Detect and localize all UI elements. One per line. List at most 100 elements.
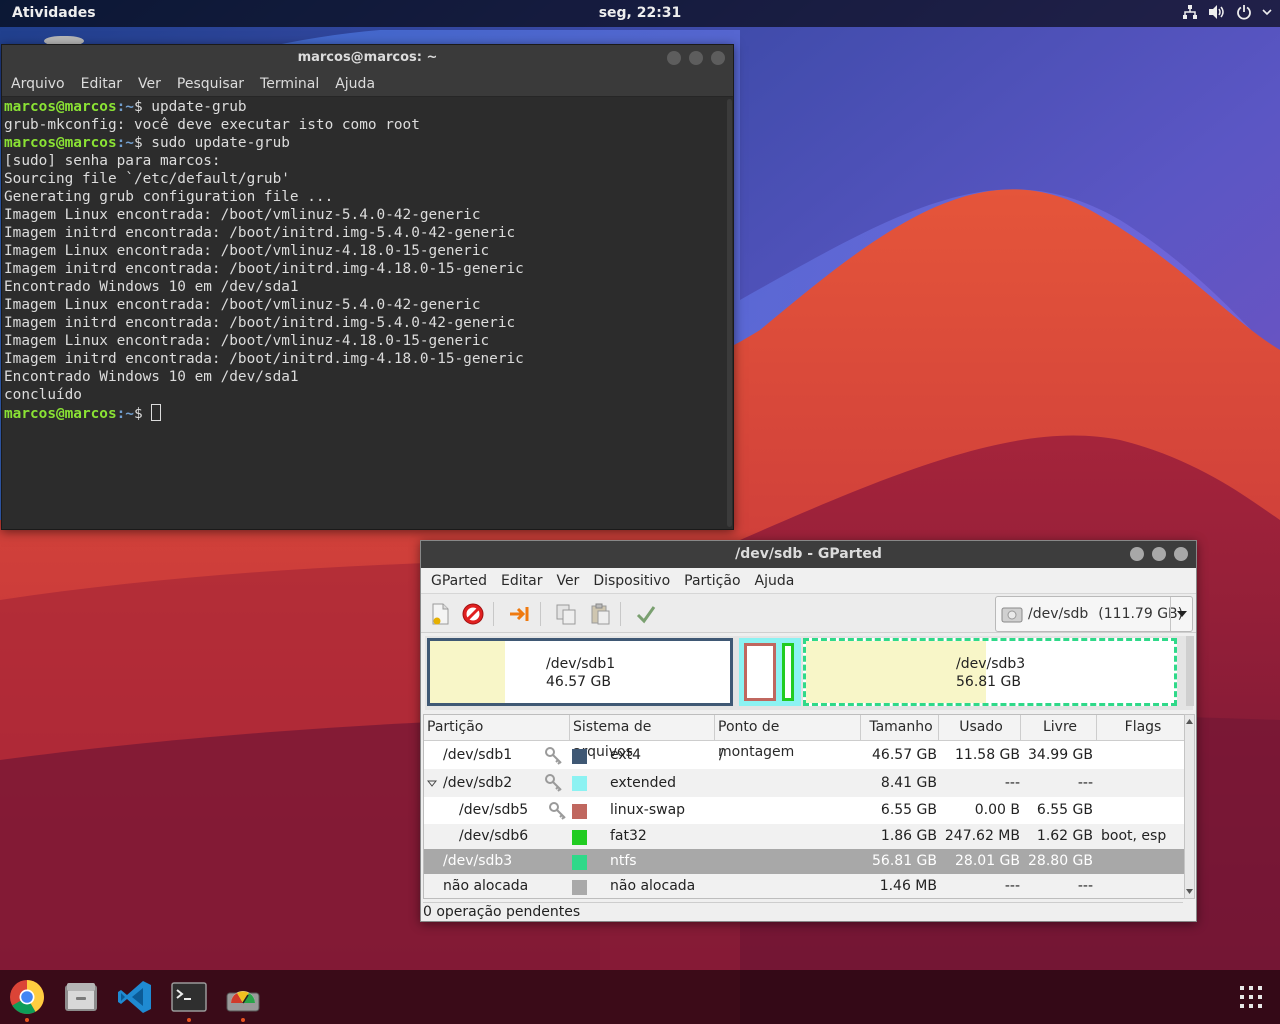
device-selector[interactable]: /dev/sdb (111.79 GB): [995, 596, 1193, 632]
delete-button[interactable]: [460, 601, 486, 627]
terminal-line: Encontrado Windows 10 em /dev/sda1: [4, 368, 726, 386]
partition-used: 247.62 MB: [944, 828, 1020, 844]
terminal-line-text: Imagem initrd encontrada: /boot/initrd.i…: [4, 315, 516, 331]
expander-icon[interactable]: [427, 778, 437, 788]
resize-move-icon: [510, 607, 529, 621]
partition-size: 46.57 GB: [872, 747, 937, 763]
table-row[interactable]: não alocada não alocada 1.46 MB --- ---: [424, 874, 1185, 898]
paste-button[interactable]: [587, 601, 613, 627]
clock-label[interactable]: seg, 22:31: [599, 5, 682, 21]
partition-free: 34.99 GB: [1028, 747, 1093, 763]
menu-gparted[interactable]: GParted: [431, 573, 487, 589]
minimize-button[interactable]: [1130, 547, 1144, 561]
terminal-scrollbar[interactable]: [727, 99, 732, 527]
minimize-button[interactable]: [667, 51, 681, 65]
terminal-line: Imagem Linux encontrada: /boot/vmlinuz-5…: [4, 206, 726, 224]
system-tray[interactable]: [1182, 4, 1272, 20]
terminal-title: marcos@marcos: ~: [297, 50, 438, 65]
column-header-particao[interactable]: Partição: [424, 715, 570, 741]
scroll-down-icon[interactable]: [1185, 886, 1194, 896]
table-row[interactable]: /dev/sdb1 ext4 / 46.57 GB 11.58 GB 34.99 GB: [424, 742, 1185, 769]
chrome-launcher[interactable]: [9, 979, 45, 1015]
apps-grid-icon[interactable]: [1240, 986, 1266, 1012]
gparted-icon: [226, 991, 260, 1012]
partition-used: 11.58 GB: [955, 747, 1020, 763]
resize-move-button[interactable]: [507, 601, 533, 627]
running-indicator: [241, 1018, 245, 1022]
maximize-button[interactable]: [1152, 547, 1166, 561]
terminal-output[interactable]: marcos@marcos:~$ update-grub grub-mkconfi…: [2, 97, 728, 529]
column-header-flags[interactable]: Flags: [1097, 715, 1185, 741]
partition-size: 6.55 GB: [880, 802, 937, 818]
menu-arquivo[interactable]: Arquivo: [11, 76, 65, 92]
partition-graphic-sdb1[interactable]: /dev/sdb1 46.57 GB: [427, 638, 733, 706]
gparted-launcher[interactable]: [225, 979, 261, 1015]
files-icon: [65, 983, 97, 1011]
network-icon[interactable]: [1182, 4, 1198, 20]
terminal-titlebar[interactable]: marcos@marcos: ~: [2, 45, 733, 72]
chevron-down-icon[interactable]: [1262, 4, 1272, 20]
menu-editar[interactable]: Editar: [81, 76, 122, 92]
new-partition-button[interactable]: [427, 601, 453, 627]
list-scrollbar[interactable]: [1184, 714, 1195, 899]
dropdown-arrow[interactable]: [1170, 597, 1192, 631]
activities-button[interactable]: Atividades: [12, 5, 96, 21]
column-header-livre[interactable]: Livre: [1021, 715, 1097, 741]
column-header-montagem[interactable]: Ponto de montagem: [715, 715, 861, 760]
used-space-fill: [430, 641, 505, 703]
terminal-window[interactable]: marcos@marcos: ~ Arquivo Editar Ver Pesq…: [1, 44, 734, 530]
terminal-line: marcos@marcos:~$: [4, 404, 726, 422]
table-row[interactable]: /dev/sdb2 extended 8.41 GB --- ---: [424, 769, 1185, 797]
table-row[interactable]: /dev/sdb3 ntfs 56.81 GB 28.01 GB 28.80 GB: [424, 849, 1185, 874]
prompt-path: :~: [116, 406, 134, 422]
copy-button[interactable]: [553, 601, 579, 627]
terminal-line: [sudo] senha para marcos:: [4, 152, 726, 170]
close-button[interactable]: [711, 51, 725, 65]
graphic-scrollbar[interactable]: [1186, 636, 1194, 706]
terminal-launcher[interactable]: [171, 979, 207, 1015]
partition-list[interactable]: Partição Sistema de arquivos Ponto de mo…: [423, 714, 1186, 899]
menu-dispositivo[interactable]: Dispositivo: [593, 573, 670, 589]
table-row[interactable]: /dev/sdb6 fat32 1.86 GB 247.62 MB 1.62 GB boo…: [424, 824, 1185, 849]
menu-particao[interactable]: Partição: [684, 573, 740, 589]
gparted-titlebar[interactable]: /dev/sdb - GParted: [421, 541, 1196, 568]
terminal-line: marcos@marcos:~$ sudo update-grub: [4, 134, 726, 152]
prompt-symbol: $: [133, 135, 152, 151]
terminal-icon: [171, 982, 207, 1012]
menu-ajuda[interactable]: Ajuda: [335, 76, 375, 92]
vscode-launcher[interactable]: [117, 979, 153, 1015]
partition-graphic-sdb5[interactable]: [744, 643, 776, 701]
partition-graphic-sdb2-extended[interactable]: [739, 638, 801, 706]
apply-button[interactable]: [633, 601, 659, 627]
terminal-line: marcos@marcos:~$ update-grub: [4, 98, 726, 116]
volume-icon[interactable]: [1208, 4, 1226, 20]
menu-pesquisar[interactable]: Pesquisar: [177, 76, 244, 92]
terminal-line-text: Encontrado Windows 10 em /dev/sda1: [4, 279, 299, 295]
vscode-icon: [118, 981, 151, 1013]
mount-point: /: [719, 747, 724, 763]
maximize-button[interactable]: [689, 51, 703, 65]
power-icon[interactable]: [1236, 4, 1252, 20]
scroll-up-icon[interactable]: [1185, 717, 1194, 727]
partition-name: /dev/sdb6: [459, 828, 529, 844]
filesystem-type: ext4: [610, 747, 642, 763]
column-header-tamanho[interactable]: Tamanho: [861, 715, 939, 741]
terminal-line-text: Imagem Linux encontrada: /boot/vmlinuz-5…: [4, 297, 481, 313]
partition-graphic-sdb3[interactable]: /dev/sdb3 56.81 GB: [803, 638, 1177, 706]
column-header-sistema[interactable]: Sistema de arquivos: [570, 715, 715, 760]
menu-terminal[interactable]: Terminal: [260, 76, 319, 92]
partition-graphic-sdb6[interactable]: [782, 643, 794, 701]
partition-size: 56.81 GB: [872, 853, 937, 869]
files-launcher[interactable]: [63, 979, 99, 1015]
menu-ver[interactable]: Ver: [138, 76, 161, 92]
partition-graphic-size: 56.81 GB: [956, 674, 1021, 690]
menu-ver[interactable]: Ver: [556, 573, 579, 589]
menu-editar[interactable]: Editar: [501, 573, 542, 589]
column-header-usado[interactable]: Usado: [939, 715, 1021, 741]
table-row[interactable]: /dev/sdb5 linux-swap 6.55 GB 0.00 B 6.55 GB: [424, 797, 1185, 824]
terminal-line-text: update-grub: [151, 99, 247, 115]
close-button[interactable]: [1174, 547, 1188, 561]
gparted-window[interactable]: /dev/sdb - GParted GParted Editar Ver Di…: [420, 540, 1197, 922]
menu-ajuda[interactable]: Ajuda: [755, 573, 795, 589]
copy-icon: [556, 604, 576, 625]
